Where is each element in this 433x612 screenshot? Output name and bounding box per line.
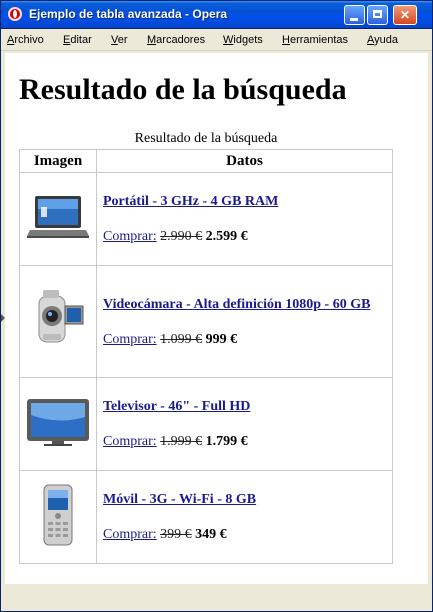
buy-link[interactable]: Comprar: [103, 332, 157, 347]
column-header-image: Imagen [19, 149, 97, 173]
menu-archivo-label: rchivo [14, 34, 44, 46]
menu-editar-label: ditar [70, 34, 92, 46]
close-button[interactable]: ✕ [393, 5, 417, 25]
table-row: Portátil - 3 GHz - 4 GB RAM Comprar: 2.9… [19, 172, 393, 266]
menu-marcadores-accesskey: M [147, 34, 157, 46]
new-price: 349 € [195, 527, 227, 542]
menu-ver-label: er [117, 34, 128, 46]
price-line: Comprar: 1.999 € 1.799 € [103, 434, 386, 450]
new-price: 999 € [205, 331, 238, 347]
menu-widgets-label: idgets [233, 34, 263, 46]
product-image-cell [19, 172, 97, 266]
menu-marcadores[interactable]: Marcadores [147, 34, 205, 46]
browser-window: Ejemplo de tabla avanzada - Opera ✕ Arch… [0, 0, 433, 612]
page-viewport[interactable]: Resultado de la búsqueda Resultado de la… [5, 53, 428, 584]
laptop-icon [27, 195, 89, 238]
table-row: Móvil - 3G - Wi-Fi - 8 GB Comprar: 399 €… [19, 470, 393, 564]
menu-ver[interactable]: Ver [111, 34, 128, 46]
buy-link[interactable]: Comprar: [103, 434, 157, 449]
product-data-cell: Videocámara - Alta definición 1080p - 60… [96, 265, 393, 378]
product-data-cell: Televisor - 46" - Full HD Comprar: 1.999… [96, 377, 393, 471]
menu-widgets[interactable]: Widgets [223, 34, 263, 46]
menu-widgets-accesskey: W [223, 34, 234, 46]
opera-logo-icon [8, 7, 22, 21]
menu-bar: Archivo Editar Ver Marcadores Widgets He… [1, 29, 432, 51]
product-data-cell: Portátil - 3 GHz - 4 GB RAM Comprar: 2.9… [96, 172, 393, 266]
product-image-cell [19, 377, 97, 471]
side-panel-toggle-icon[interactable] [1, 314, 5, 322]
table-row: Televisor - 46" - Full HD Comprar: 1.999… [19, 377, 393, 471]
menu-ayuda-label: yuda [374, 34, 398, 46]
minimize-icon [350, 18, 358, 21]
menu-herramientas[interactable]: Herramientas [282, 34, 348, 46]
product-link[interactable]: Videocámara - Alta definición 1080p - 60… [103, 296, 386, 314]
menu-archivo[interactable]: Archivo [7, 34, 44, 46]
menu-ayuda[interactable]: Ayuda [367, 34, 398, 46]
old-price: 1.099 € [160, 331, 203, 347]
buy-link[interactable]: Comprar: [103, 229, 157, 244]
new-price: 1.799 € [205, 434, 248, 449]
product-data-cell: Móvil - 3G - Wi-Fi - 8 GB Comprar: 399 €… [96, 470, 393, 564]
menu-herramientas-accesskey: H [282, 34, 290, 46]
old-price: 399 € [160, 527, 192, 542]
product-image-cell [19, 265, 97, 378]
new-price: 2.599 € [205, 229, 248, 244]
mobile-phone-icon [43, 484, 73, 545]
tv-icon [27, 398, 89, 446]
maximize-icon [373, 10, 382, 18]
header-row: Imagen Datos [19, 149, 393, 173]
table-row: Videocámara - Alta definición 1080p - 60… [19, 265, 393, 378]
column-header-data: Datos [96, 149, 393, 173]
price-line: Comprar: 2.990 € 2.599 € [103, 229, 386, 245]
product-link[interactable]: Portátil - 3 GHz - 4 GB RAM [103, 193, 386, 211]
menu-ver-accesskey: V [111, 34, 118, 46]
product-link[interactable]: Televisor - 46" - Full HD [103, 398, 386, 416]
buy-link[interactable]: Comprar: [103, 527, 157, 542]
old-price: 1.999 € [160, 434, 203, 449]
product-link[interactable]: Móvil - 3G - Wi-Fi - 8 GB [103, 491, 386, 509]
menu-marcadores-label: arcadores [156, 34, 206, 46]
menu-herramientas-label: erramientas [289, 34, 349, 46]
price-line: Comprar: 399 € 349 € [103, 527, 386, 543]
maximize-button[interactable] [367, 5, 388, 25]
results-table: Imagen Datos Portátil - 3 GHz - 4 GB RAM [19, 149, 393, 564]
old-price: 2.990 € [160, 229, 203, 244]
price-line: Comprar: 1.099 € 999 € [103, 332, 386, 348]
status-bar [1, 584, 432, 611]
menu-editar[interactable]: Editar [63, 34, 92, 46]
table-caption: Resultado de la búsqueda [134, 131, 278, 146]
product-image-cell [19, 470, 97, 564]
minimize-button[interactable] [344, 5, 365, 25]
page-heading: Resultado de la búsqueda [19, 73, 347, 106]
title-bar[interactable]: Ejemplo de tabla avanzada - Opera ✕ [1, 1, 432, 29]
camcorder-icon [38, 290, 84, 343]
window-title: Ejemplo de tabla avanzada - Opera [29, 7, 228, 21]
close-icon: ✕ [399, 8, 411, 22]
